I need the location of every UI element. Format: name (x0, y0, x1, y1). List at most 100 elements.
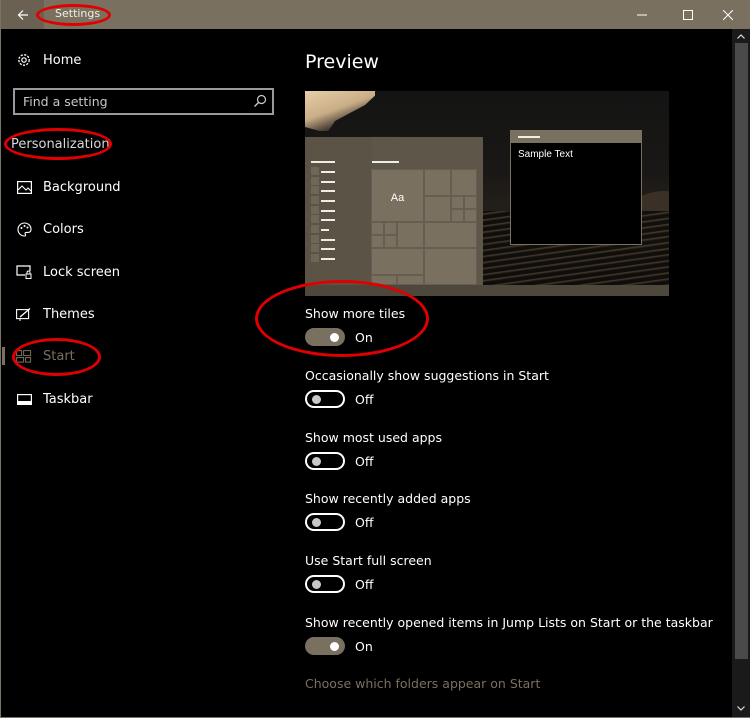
setting-show-more-tiles: Show more tiles On (305, 306, 725, 346)
back-arrow-icon (17, 9, 28, 20)
sidebar-item-label: Home (43, 52, 82, 68)
setting-most-used-apps: Show most used apps Off (305, 430, 725, 470)
setting-label: Show most used apps (305, 430, 442, 445)
toggle-row: Off (305, 452, 373, 470)
preview-line (321, 229, 329, 231)
scrollbar-thumb[interactable] (735, 43, 748, 659)
toggle-state: On (355, 638, 373, 654)
preview-tile (371, 275, 397, 285)
preview-app-square (311, 206, 319, 214)
preview-line (321, 190, 335, 192)
preview-tile (397, 222, 424, 248)
back-button[interactable] (1, 0, 44, 29)
setting-start-full-screen: Use Start full screen Off (305, 553, 725, 593)
toggle-row: On (305, 637, 373, 655)
toggle-knob (330, 641, 339, 651)
preview-line (311, 161, 335, 163)
setting-label: Occasionally show suggestions in Start (305, 368, 549, 383)
preview-tile (464, 196, 477, 209)
active-indicator (2, 347, 5, 365)
preview-app-square (311, 186, 319, 194)
sidebar-item-label: Colors (43, 221, 84, 237)
minimize-button[interactable] (619, 0, 665, 29)
toggle-knob (312, 394, 321, 404)
lock-screen-icon (15, 263, 33, 281)
preview-app-square (311, 196, 319, 204)
section-title: Personalization (11, 137, 110, 152)
preview-line (321, 219, 335, 221)
start-full-screen-toggle[interactable] (305, 575, 345, 593)
sidebar-item-background[interactable]: Background (2, 170, 287, 204)
toggle-knob (312, 579, 321, 589)
preview-taskbar (305, 285, 669, 296)
search-input[interactable] (15, 90, 250, 113)
preview-app-square (311, 167, 319, 175)
sidebar-item-label: Lock screen (43, 264, 120, 280)
preview-start-menu: Aa (305, 137, 483, 285)
preview-tiles: Aa (371, 169, 477, 285)
choose-folders-link[interactable]: Choose which folders appear on Start (305, 676, 540, 691)
sidebar-item-label: Themes (43, 306, 95, 322)
close-icon (723, 9, 733, 20)
main-content: Preview Aa Sample Text Show more tiles O… (255, 29, 731, 717)
preview-line (321, 210, 335, 212)
toggle-row: Off (305, 575, 373, 593)
preview-tile (371, 222, 384, 235)
start-icon (15, 347, 33, 365)
sidebar-item-start[interactable]: Start (2, 339, 287, 373)
preview-tile-label: Aa (390, 192, 405, 204)
recently-added-apps-toggle[interactable] (305, 513, 345, 531)
preview-sky (305, 91, 375, 131)
setting-label: Show more tiles (305, 306, 406, 321)
toggle-state: Off (355, 391, 374, 407)
sidebar-item-taskbar[interactable]: Taskbar (2, 382, 287, 416)
preview-line (321, 258, 335, 260)
toggle-row: On (305, 328, 373, 346)
picture-icon (15, 178, 33, 196)
scrollbar[interactable] (732, 29, 750, 717)
start-preview: Aa Sample Text (305, 91, 669, 296)
toggle-state: Off (355, 576, 374, 592)
preview-line (321, 181, 335, 183)
preview-tile-large: Aa (371, 169, 424, 222)
jump-lists-toggle[interactable] (305, 637, 345, 655)
preview-tile (424, 222, 477, 248)
toggle-state: On (355, 329, 373, 345)
setting-recently-added-apps: Show recently added apps Off (305, 491, 725, 531)
preview-tile (384, 222, 397, 235)
preview-app-square (311, 244, 319, 252)
preview-app-square (311, 215, 319, 223)
preview-tile (384, 235, 397, 248)
search-icon (254, 94, 267, 107)
preview-app-square (311, 235, 319, 243)
palette-icon (15, 220, 33, 238)
sidebar: Home Personalization Background Colors L… (2, 29, 287, 717)
chevron-up-icon (737, 33, 745, 39)
maximize-icon (683, 9, 693, 20)
preview-app-list (305, 137, 372, 285)
preview-window-titlebar (511, 131, 641, 143)
sidebar-item-home[interactable]: Home (2, 43, 287, 77)
close-button[interactable] (705, 0, 750, 29)
suggestions-toggle[interactable] (305, 390, 345, 408)
setting-suggestions: Occasionally show suggestions in Start O… (305, 368, 725, 408)
show-more-tiles-toggle[interactable] (305, 328, 345, 346)
title-bar: Settings (1, 0, 750, 29)
sidebar-item-lock-screen[interactable]: Lock screen (2, 255, 287, 289)
sidebar-item-themes[interactable]: Themes (2, 297, 287, 331)
setting-jump-lists: Show recently opened items in Jump Lists… (305, 615, 725, 655)
search-box[interactable] (13, 88, 274, 115)
sidebar-item-label: Taskbar (43, 391, 93, 407)
gear-icon (15, 51, 33, 69)
scroll-down-button[interactable] (732, 701, 750, 715)
setting-label: Show recently opened items in Jump Lists… (305, 615, 713, 630)
chevron-down-icon (737, 705, 745, 711)
most-used-apps-toggle[interactable] (305, 452, 345, 470)
preview-line (321, 248, 335, 250)
scroll-up-button[interactable] (732, 29, 750, 43)
setting-label: Show recently added apps (305, 491, 471, 506)
preview-app-square (311, 225, 319, 233)
preview-tile (397, 275, 424, 285)
sidebar-item-colors[interactable]: Colors (2, 212, 287, 246)
sidebar-item-label: Start (43, 348, 75, 364)
